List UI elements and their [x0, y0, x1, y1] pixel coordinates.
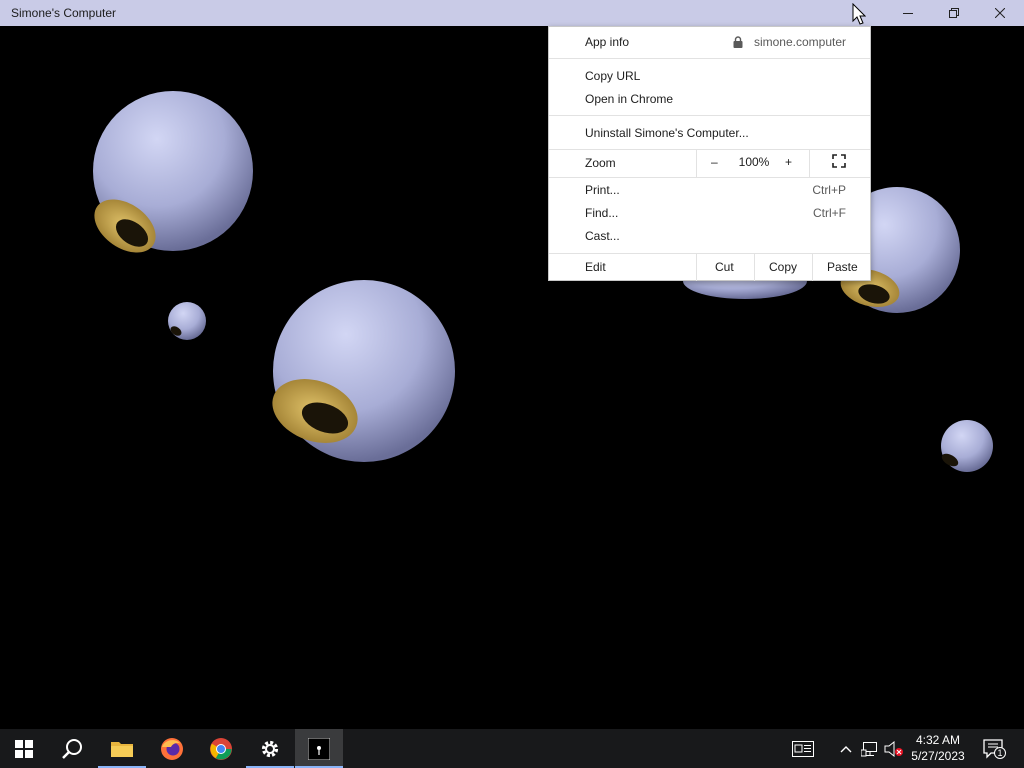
fullscreen-icon[interactable] — [832, 154, 846, 168]
menu-item-label: Copy URL — [585, 69, 641, 83]
menu-item-uninstall[interactable]: Uninstall Simone's Computer... — [549, 122, 870, 145]
network-button[interactable] — [859, 729, 881, 768]
taskbar-clock[interactable]: 4:32 AM 5/27/2023 — [902, 732, 974, 764]
shortcut-label: Ctrl+F — [813, 206, 846, 220]
menu-row-edit: Edit Cut Copy Paste — [549, 254, 870, 281]
close-button[interactable] — [977, 0, 1023, 26]
restore-icon — [949, 8, 959, 18]
menu-divider — [696, 150, 697, 177]
menu-divider — [696, 254, 697, 281]
network-icon — [861, 741, 877, 756]
zoom-level: 100% — [738, 155, 770, 169]
shortcut-label: Ctrl+P — [812, 183, 846, 197]
restore-button[interactable] — [931, 0, 977, 26]
menu-item-find[interactable]: Find... Ctrl+F — [549, 202, 870, 225]
menu-row-zoom: Zoom – 100% + — [549, 150, 870, 177]
taskbar: 4:32 AM 5/27/2023 1 — [0, 729, 1024, 768]
show-hidden-icons-button[interactable] — [836, 729, 856, 768]
menu-item-label: Print... — [585, 183, 620, 197]
title-bar[interactable]: Simone's Computer — [0, 0, 1024, 26]
app-icon — [308, 737, 330, 760]
windows-logo-icon — [15, 739, 33, 758]
zoom-out-button[interactable]: – — [711, 155, 718, 169]
menu-item-open-in-chrome[interactable]: Open in Chrome — [549, 88, 870, 111]
menu-item-label: App info — [585, 35, 630, 49]
menu-divider — [549, 115, 870, 116]
search-icon — [62, 738, 82, 759]
news-icon — [792, 740, 814, 757]
menu-item-label: Cast... — [585, 229, 620, 243]
minimize-button[interactable] — [885, 0, 931, 26]
menu-item-cast[interactable]: Cast... — [549, 225, 870, 248]
eyeball-1 — [93, 91, 253, 253]
menu-item-copy-url[interactable]: Copy URL — [549, 65, 870, 88]
close-icon — [995, 8, 1005, 18]
chrome-icon — [210, 737, 232, 760]
folder-icon — [111, 741, 133, 757]
gear-icon — [261, 740, 279, 757]
copy-button[interactable]: Copy — [769, 260, 797, 274]
menu-item-label: Find... — [585, 206, 619, 220]
notification-count-badge: 1 — [997, 748, 1003, 758]
menu-divider — [549, 177, 870, 178]
minimize-icon — [903, 13, 913, 14]
mouse-cursor-icon — [852, 3, 866, 25]
chevron-up-icon — [840, 745, 852, 752]
volume-muted-icon — [884, 740, 903, 757]
firefox-button[interactable] — [148, 729, 196, 768]
news-widget-button[interactable] — [786, 729, 820, 768]
search-button[interactable] — [48, 729, 96, 768]
action-center-button[interactable]: 1 — [980, 729, 1010, 768]
eyeball-6 — [941, 420, 993, 472]
menu-item-app-info[interactable]: App info simone.computer — [549, 31, 870, 54]
lock-icon — [733, 36, 743, 48]
chrome-button[interactable] — [197, 729, 245, 768]
eyeball-3 — [272, 280, 455, 462]
menu-divider — [812, 254, 813, 281]
menu-divider — [809, 150, 810, 177]
site-origin: simone.computer — [753, 35, 846, 49]
settings-button[interactable] — [246, 729, 294, 768]
menu-item-label: Open in Chrome — [585, 92, 674, 106]
menu-item-print[interactable]: Print... Ctrl+P — [549, 179, 870, 202]
menu-divider — [549, 58, 870, 59]
clock-time: 4:32 AM — [915, 733, 961, 747]
menu-item-label: Uninstall Simone's Computer... — [585, 126, 749, 140]
start-button[interactable] — [0, 729, 48, 768]
edit-label: Edit — [585, 260, 606, 274]
zoom-in-button[interactable]: + — [785, 155, 792, 169]
window-title: Simone's Computer — [11, 6, 116, 20]
firefox-icon — [161, 737, 183, 760]
eyeball-2 — [168, 302, 206, 340]
cut-button[interactable]: Cut — [715, 260, 734, 274]
simones-computer-button[interactable] — [295, 729, 343, 768]
paste-button[interactable]: Paste — [827, 260, 858, 274]
menu-divider — [754, 254, 755, 281]
app-menu: App info simone.computer Copy URL Open i… — [548, 26, 871, 281]
file-explorer-button[interactable] — [98, 729, 146, 768]
zoom-label: Zoom — [585, 156, 616, 170]
clock-date: 5/27/2023 — [911, 749, 965, 763]
